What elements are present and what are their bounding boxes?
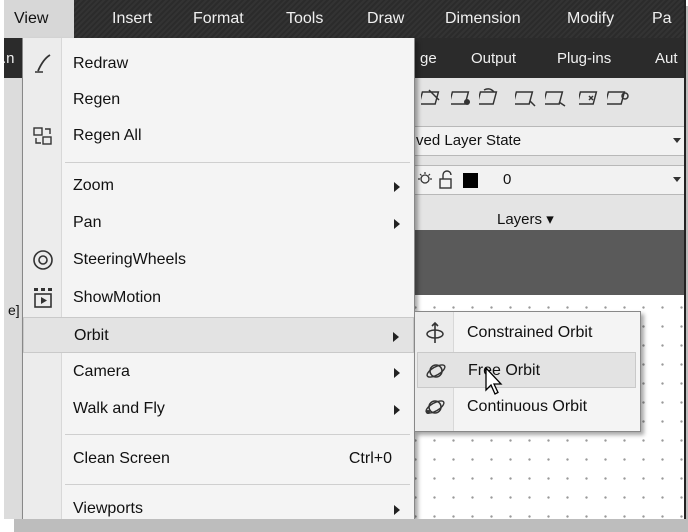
menu-item-showmotion[interactable]: ShowMotion <box>23 280 414 316</box>
menu-item-zoom[interactable]: Zoom <box>23 168 414 204</box>
tab-manage[interactable]: ge <box>420 50 437 67</box>
menu-item-orbit[interactable]: Orbit <box>23 317 414 353</box>
dropdown-arrow-icon <box>673 177 681 182</box>
menu-item-steeringwheels[interactable]: SteeringWheels <box>23 242 414 278</box>
tab-autodesk[interactable]: Aut <box>655 50 678 67</box>
submenu-arrow-icon <box>394 182 400 192</box>
layer-isolate-icon[interactable] <box>515 86 539 110</box>
menu-format[interactable]: Format <box>193 10 244 28</box>
menu-item-regen-all[interactable]: Regen All <box>23 118 414 154</box>
menu-item-viewports[interactable]: Viewports <box>23 491 414 519</box>
layer-previous-icon[interactable] <box>479 86 503 110</box>
submenu-arrow-icon <box>394 405 400 415</box>
submenu-arrow-icon <box>393 332 399 342</box>
menu-bar: View Insert Format Tools Draw Dimension … <box>4 0 684 38</box>
menu-item-regen[interactable]: Regen <box>23 82 414 118</box>
dropdown-arrow-icon <box>673 138 681 143</box>
menu-modify[interactable]: Modify <box>567 10 614 28</box>
menu-item-walk-and-fly[interactable]: Walk and Fly <box>23 391 414 427</box>
menu-dimension[interactable]: Dimension <box>445 10 521 28</box>
layer-freeze-icon[interactable] <box>545 86 569 110</box>
submenu-item-constrained-orbit[interactable]: Constrained Orbit <box>417 315 636 351</box>
unlock-icon <box>439 170 452 189</box>
drawing-fragment: e] <box>8 302 20 318</box>
submenu-item-free-orbit[interactable]: Free Orbit <box>417 352 636 388</box>
free-orbit-icon <box>426 364 446 378</box>
regen-all-icon <box>33 127 52 145</box>
menu-item-clean-screen[interactable]: Clean Screen Ctrl+0 <box>23 441 414 477</box>
menu-insert[interactable]: Insert <box>112 10 152 28</box>
showmotion-icon <box>34 288 52 308</box>
orbit-submenu: Constrained Orbit Free Orbit Continuous … <box>414 311 641 432</box>
lightbulb-icon <box>418 172 432 184</box>
continuous-orbit-icon <box>425 400 445 414</box>
menu-item-redraw[interactable]: Redraw <box>23 46 414 82</box>
menu-separator <box>65 162 410 163</box>
submenu-arrow-icon <box>394 368 400 378</box>
menu-parametric[interactable]: Pa <box>652 10 672 28</box>
layer-state-dropdown[interactable]: ved Layer State <box>409 126 684 156</box>
submenu-arrow-icon <box>394 505 400 515</box>
menu-separator <box>65 434 410 435</box>
tab-fragment[interactable]: .n <box>4 50 15 67</box>
mouse-pointer-icon <box>485 367 503 395</box>
page-shadow <box>14 519 688 532</box>
layer-match-icon[interactable] <box>451 86 475 110</box>
layer-properties-icon[interactable] <box>421 86 445 110</box>
menu-draw[interactable]: Draw <box>367 10 404 28</box>
menu-item-pan[interactable]: Pan <box>23 205 414 241</box>
view-menu: Redraw Regen Regen All Zoom Pan Steering… <box>22 38 415 519</box>
shortcut-label: Ctrl+0 <box>348 450 392 467</box>
left-edge-strip <box>4 78 22 519</box>
menu-separator <box>65 484 410 485</box>
tab-output[interactable]: Output <box>471 50 516 67</box>
menu-item-camera[interactable]: Camera <box>23 354 414 390</box>
menu-view[interactable]: View <box>4 0 74 38</box>
tab-plug-ins[interactable]: Plug-ins <box>557 50 611 67</box>
submenu-arrow-icon <box>394 219 400 229</box>
submenu-item-continuous-orbit[interactable]: Continuous Orbit <box>417 389 636 425</box>
redraw-icon <box>35 54 51 73</box>
menu-tools[interactable]: Tools <box>286 10 323 28</box>
steering-wheel-icon <box>33 250 53 270</box>
layer-color-swatch <box>463 173 478 188</box>
constrained-orbit-icon <box>426 321 444 343</box>
layer-off-icon[interactable] <box>579 86 603 110</box>
layer-lock-icon[interactable] <box>607 86 631 110</box>
layer-dropdown[interactable]: 0 <box>409 165 684 195</box>
app-window: View Insert Format Tools Draw Dimension … <box>4 0 686 519</box>
layers-panel-title[interactable]: Layers ▾ <box>409 208 684 230</box>
